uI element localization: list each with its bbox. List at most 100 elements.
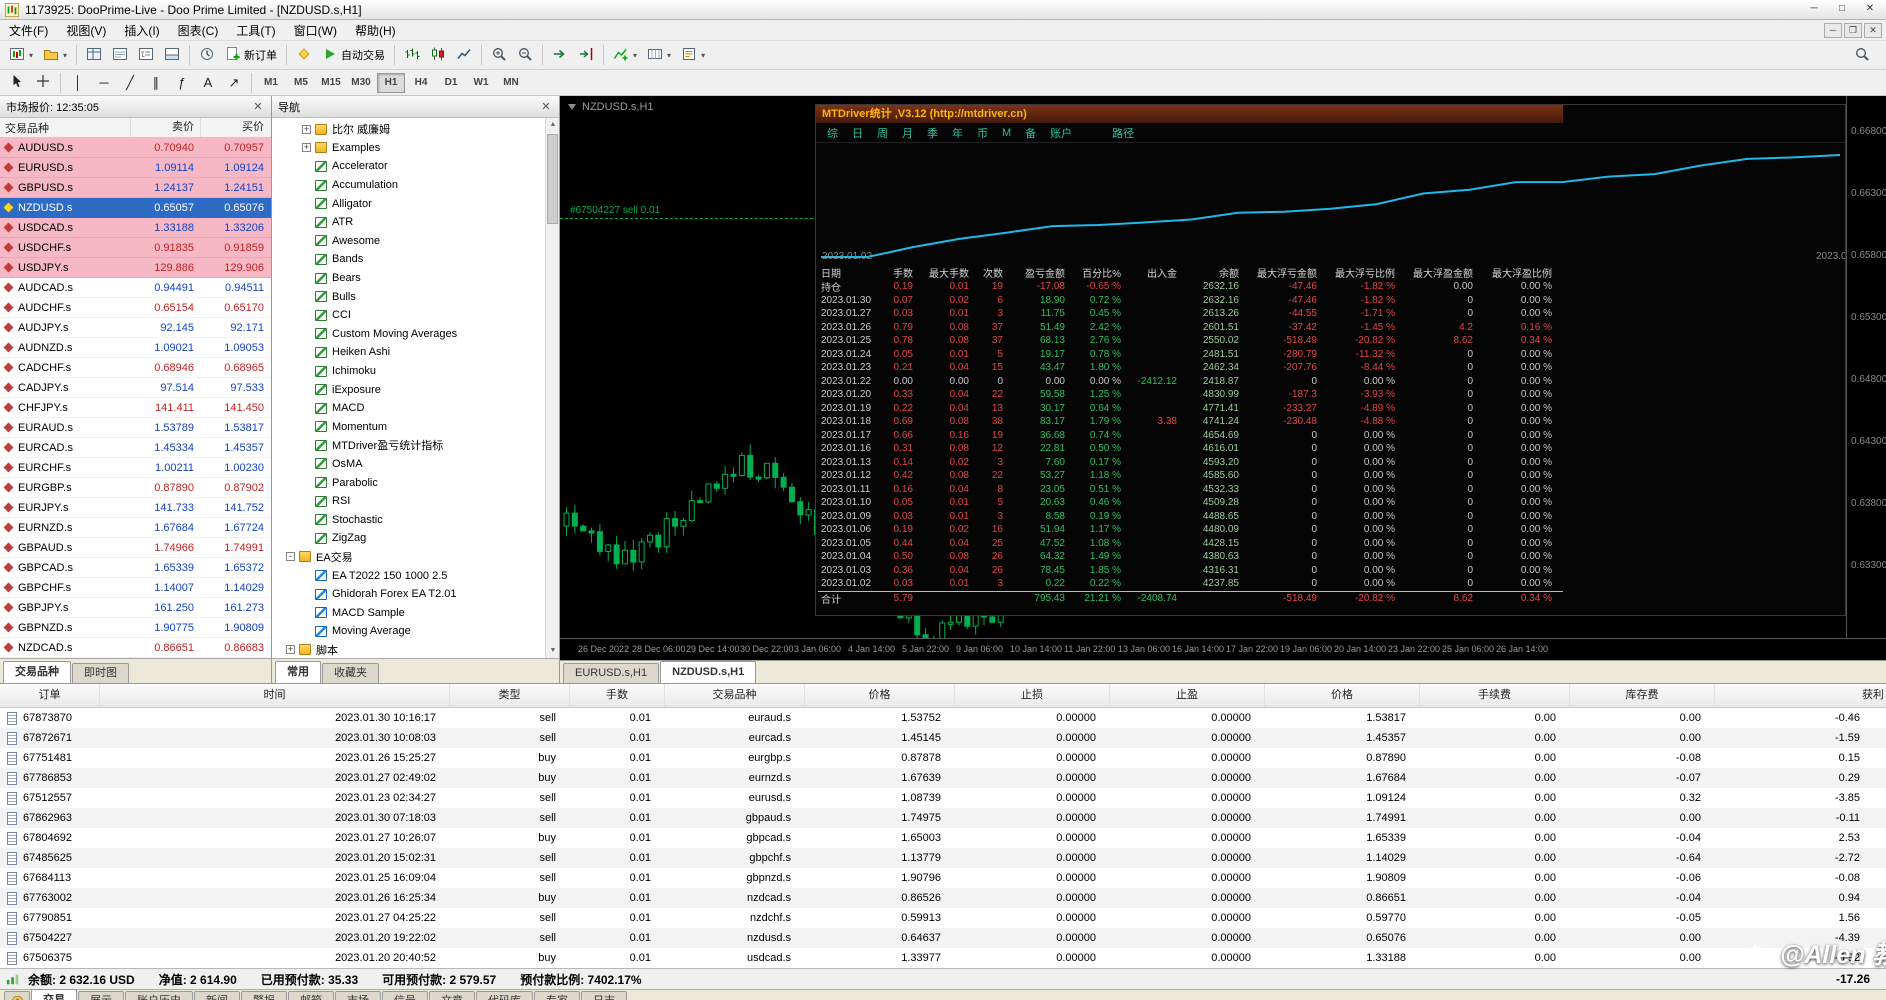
tree-item[interactable]: 比尔 威廉姆 — [272, 120, 545, 139]
terminal-tab[interactable]: 文章 — [429, 991, 475, 1000]
market-watch-row[interactable]: EURUSD.s 1.09114 1.09124 — [0, 158, 271, 178]
tree-item[interactable]: ZigZag — [272, 529, 545, 548]
market-watch-row[interactable]: GBPAUD.s 1.74966 1.74991 — [0, 538, 271, 558]
mtdriver-menu-item[interactable]: 备 — [1018, 125, 1043, 141]
order-row[interactable]: 67862963 2023.01.30 07:18:03 sell 0.01 g… — [0, 808, 1886, 828]
order-row[interactable]: 67512557 2023.01.23 02:34:27 sell 0.01 e… — [0, 788, 1886, 808]
new-chart-button[interactable]: ▾ — [5, 43, 37, 67]
mtdriver-menu-item[interactable]: 日 — [845, 125, 870, 141]
timeframe-d1-button[interactable]: D1 — [437, 73, 465, 93]
tree-item[interactable]: Parabolic — [272, 473, 545, 492]
order-row[interactable]: 67684113 2023.01.25 16:09:04 sell 0.01 g… — [0, 868, 1886, 888]
terminal-button[interactable] — [160, 43, 184, 67]
child-restore-button[interactable]: ❐ — [1844, 23, 1862, 38]
text-label-button[interactable]: A — [196, 71, 220, 95]
market-watch-row[interactable]: USDCHF.s 0.91835 0.91859 — [0, 238, 271, 258]
mtdriver-menu-item[interactable]: 币 — [970, 125, 995, 141]
data-window-button[interactable] — [108, 43, 132, 67]
terminal-tab[interactable]: 日志 — [581, 991, 627, 1000]
orders-column-header[interactable]: 止盈 — [1110, 684, 1265, 707]
market-watch-row[interactable]: EURCAD.s 1.45334 1.45357 — [0, 438, 271, 458]
market-watch-row[interactable]: EURCHF.s 1.00211 1.00230 — [0, 458, 271, 478]
menu-item[interactable]: 工具(T) — [227, 20, 284, 41]
horizontal-line-button[interactable]: ─ — [92, 71, 116, 95]
market-watch-tab[interactable]: 交易品种 — [3, 661, 71, 683]
cursor-button[interactable] — [5, 71, 29, 95]
tree-item[interactable]: Moving Average — [272, 622, 545, 641]
orders-column-header[interactable]: 止损 — [955, 684, 1110, 707]
navigator-scrollbar[interactable]: ▲ ▼ — [545, 118, 559, 658]
scroll-up-icon[interactable]: ▲ — [546, 118, 560, 132]
terminal-tab[interactable]: 市场 — [335, 991, 381, 1000]
minimize-button[interactable]: ─ — [1800, 1, 1828, 18]
market-watch-row[interactable]: AUDNZD.s 1.09021 1.09053 — [0, 338, 271, 358]
market-watch-row[interactable]: EURAUD.s 1.53789 1.53817 — [0, 418, 271, 438]
tree-item[interactable]: Custom Moving Averages — [272, 325, 545, 344]
child-close-button[interactable]: ✕ — [1864, 23, 1882, 38]
menu-item[interactable]: 图表(C) — [169, 20, 228, 41]
market-watch-row[interactable]: CADJPY.s 97.514 97.533 — [0, 378, 271, 398]
navigator-tab[interactable]: 收藏夹 — [322, 663, 379, 683]
chart-tab[interactable]: NZDUSD.s,H1 — [660, 661, 757, 683]
market-watch-row[interactable]: USDJPY.s 129.886 129.906 — [0, 258, 271, 278]
tree-expand-icon[interactable] — [302, 143, 311, 153]
tree-item[interactable]: iExposure — [272, 380, 545, 399]
market-watch-tab[interactable]: 即时图 — [72, 663, 129, 683]
order-row[interactable]: 67790851 2023.01.27 04:25:22 sell 0.01 n… — [0, 908, 1886, 928]
market-watch-row[interactable]: EURJPY.s 141.733 141.752 — [0, 498, 271, 518]
candlesticks-button[interactable] — [426, 43, 450, 67]
terminal-tab[interactable]: 信号 — [382, 991, 428, 1000]
market-watch-row[interactable]: AUDJPY.s 92.145 92.171 — [0, 318, 271, 338]
crosshair-button[interactable] — [31, 71, 55, 95]
tree-item[interactable]: Accumulation — [272, 176, 545, 195]
market-watch-row[interactable]: NZDUSD.s 0.65057 0.65076 — [0, 198, 271, 218]
market-watch-row[interactable]: EURNZD.s 1.67684 1.67724 — [0, 518, 271, 538]
orders-column-header[interactable]: 交易品种 — [665, 684, 805, 707]
order-row[interactable]: 67504227 2023.01.20 19:22:02 sell 0.01 n… — [0, 928, 1886, 948]
market-watch-row[interactable]: AUDUSD.s 0.70940 0.70957 — [0, 138, 271, 158]
timeframe-m1-button[interactable]: M1 — [257, 73, 285, 93]
indicators-button[interactable]: ▾ — [609, 43, 641, 67]
terminal-tab[interactable]: 账户历史 — [125, 991, 193, 1000]
close-button[interactable]: ✕ — [1856, 1, 1884, 18]
order-row[interactable]: 67804692 2023.01.27 10:26:07 buy 0.01 gb… — [0, 828, 1886, 848]
market-watch-row[interactable]: EURGBP.s 0.87890 0.87902 — [0, 478, 271, 498]
fibonacci-button[interactable]: ƒ — [170, 71, 194, 95]
chart-canvas[interactable]: NZDUSD.s,H1 #67504227 sell 0.01 0.66800 0… — [560, 96, 1886, 638]
terminal-tab[interactable]: 交易 — [31, 989, 77, 1000]
tree-item[interactable]: Momentum — [272, 418, 545, 437]
tree-item[interactable]: OsMA — [272, 455, 545, 474]
column-ask[interactable]: 买价 — [200, 118, 270, 137]
orders-column-header[interactable]: 价格 — [805, 684, 955, 707]
orders-column-header[interactable]: 手数 — [570, 684, 665, 707]
mtdriver-menu-item[interactable]: 综 — [820, 125, 845, 141]
close-icon[interactable]: ✕ — [539, 100, 553, 113]
tree-item[interactable]: Bulls — [272, 287, 545, 306]
market-watch-row[interactable]: CHFJPY.s 141.411 141.450 — [0, 398, 271, 418]
market-watch-row[interactable]: CADCHF.s 0.68946 0.68965 — [0, 358, 271, 378]
terminal-tab[interactable]: 展示 — [78, 991, 124, 1000]
terminal-tab[interactable]: 新闻 — [194, 991, 240, 1000]
mtdriver-menu-item[interactable]: 路径 — [1105, 125, 1141, 141]
tree-item[interactable]: RSI — [272, 492, 545, 511]
tree-item[interactable]: Awesome — [272, 232, 545, 251]
chart-shift-button[interactable] — [574, 43, 598, 67]
orders-column-header[interactable]: 订单 — [0, 684, 100, 707]
timeframe-h4-button[interactable]: H4 — [407, 73, 435, 93]
order-row[interactable]: 67873870 2023.01.30 10:16:17 sell 0.01 e… — [0, 708, 1886, 728]
mtdriver-menu-item[interactable]: M — [995, 127, 1018, 139]
terminal-tab[interactable]: 邮箱 — [288, 991, 334, 1000]
tree-item[interactable]: Alligator — [272, 194, 545, 213]
tree-expand-icon[interactable] — [302, 124, 311, 134]
tree-item[interactable]: Bears — [272, 269, 545, 288]
tree-item[interactable]: 脚本 — [272, 641, 545, 658]
mtdriver-menu-item[interactable]: 账户 — [1043, 125, 1079, 141]
menu-item[interactable]: 帮助(H) — [346, 20, 405, 41]
tree-item[interactable]: Bands — [272, 250, 545, 269]
chart-tab[interactable]: EURUSD.s,H1 — [563, 663, 660, 683]
tree-item[interactable]: ATR — [272, 213, 545, 232]
order-row[interactable]: 67485625 2023.01.20 15:02:31 sell 0.01 g… — [0, 848, 1886, 868]
timeframe-m15-button[interactable]: M15 — [317, 73, 345, 93]
menu-item[interactable]: 窗口(W) — [285, 20, 346, 41]
order-row[interactable]: 67763002 2023.01.26 16:25:34 buy 0.01 nz… — [0, 888, 1886, 908]
